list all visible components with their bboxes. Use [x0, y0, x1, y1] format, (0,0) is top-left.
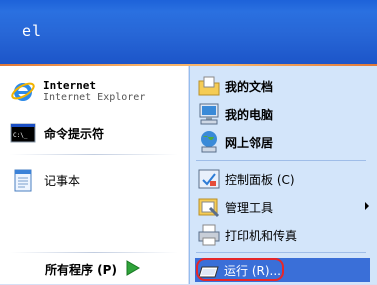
recent-title: 记事本: [44, 173, 81, 188]
right-item-label: 打印机和传真: [225, 228, 298, 243]
all-programs-button[interactable]: 所有程序 (P): [0, 255, 188, 284]
printer-icon: [196, 222, 222, 248]
my-documents-item[interactable]: 我的文档: [196, 73, 273, 99]
right-separator: [196, 252, 366, 253]
control-panel-item[interactable]: 控制面板 (C): [196, 166, 295, 192]
notepad-icon: [10, 167, 36, 193]
command-prompt-icon: C:\_: [10, 120, 36, 146]
network-places-icon: [196, 129, 222, 155]
run-highlight-annotation: [196, 258, 284, 281]
admin-tools-icon: [196, 194, 222, 220]
green-arrow-icon: [123, 259, 141, 281]
control-panel-icon: [196, 166, 222, 192]
svg-text:C:\_: C:\_: [13, 132, 28, 139]
recent-notepad[interactable]: 记事本: [10, 167, 80, 193]
internet-explorer-icon: [10, 78, 36, 104]
right-item-label: 控制面板 (C): [225, 172, 295, 187]
pinned-subtitle: Internet Explorer: [43, 92, 146, 103]
submenu-arrow-icon: [365, 202, 369, 210]
right-item-label: 管理工具: [225, 200, 274, 215]
my-documents-icon: [196, 73, 222, 99]
my-computer-icon: [196, 101, 222, 127]
right-separator: [196, 160, 366, 161]
pinned-title: Internet: [43, 79, 96, 92]
pinned-internet-explorer[interactable]: Internet Internet Explorer: [10, 78, 145, 104]
pinned-command-prompt[interactable]: C:\_ 命令提示符: [10, 120, 104, 146]
user-name: el: [22, 22, 43, 40]
network-places-item[interactable]: 网上邻居: [196, 129, 273, 155]
all-programs-label: 所有程序 (P): [45, 263, 117, 277]
left-separator: [10, 154, 178, 155]
pinned-title: 命令提示符: [44, 126, 105, 141]
right-item-label: 我的电脑: [225, 107, 274, 122]
printers-faxes-item[interactable]: 打印机和传真: [196, 222, 297, 248]
admin-tools-item[interactable]: 管理工具: [196, 194, 273, 220]
right-item-label: 我的文档: [225, 79, 274, 94]
start-menu-header: el: [0, 0, 377, 64]
my-computer-item[interactable]: 我的电脑: [196, 101, 273, 127]
left-bottom-separator: [10, 252, 178, 253]
right-item-label: 网上邻居: [225, 135, 274, 150]
